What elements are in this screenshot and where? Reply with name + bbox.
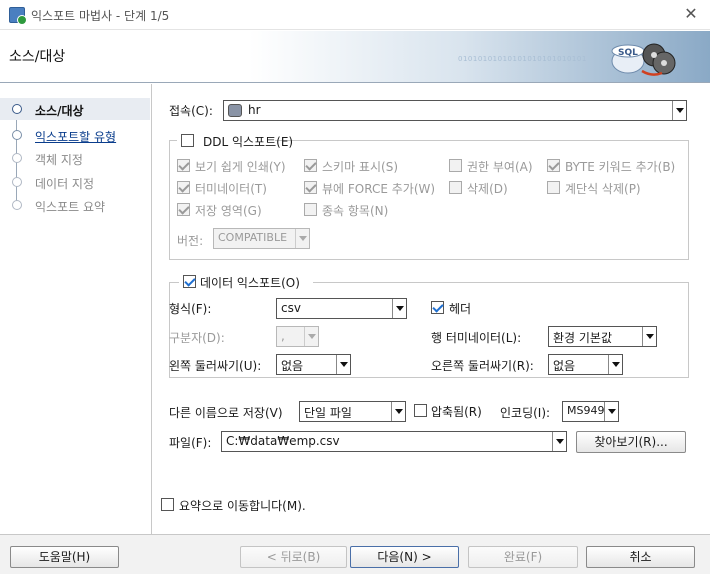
row-terminator-label: 행 터미네이터(L):	[431, 331, 522, 345]
next-button[interactable]: 다음(N) >	[350, 546, 459, 568]
logo-text: SQL	[618, 48, 638, 58]
compressed-checkbox[interactable]	[414, 404, 427, 417]
header-checkbox[interactable]	[431, 301, 444, 314]
step-export-types[interactable]: 익스포트할 유형	[0, 124, 150, 146]
right-enclosure-select[interactable]: 없음	[548, 354, 623, 375]
version-label: 버전:	[177, 234, 204, 248]
chevron-down-icon	[672, 101, 686, 120]
wizard-footer: 도움말(H) < 뒤로(B) 다음(N) > 완료(F) 취소	[0, 534, 710, 574]
pretty-print-checkbox	[177, 159, 190, 172]
data-export-checkbox[interactable]	[183, 275, 196, 288]
page-title: 소스/대상	[9, 49, 66, 65]
step-node-icon	[12, 130, 22, 140]
cascade-drop-checkbox	[547, 181, 560, 194]
window-title: 익스포트 마법사 - 단계 1/5	[31, 9, 170, 23]
chevron-down-icon	[304, 327, 318, 346]
dependents-label: 종속 항목(N)	[322, 204, 389, 218]
connection-select[interactable]: hr	[223, 100, 687, 121]
drop-checkbox	[449, 181, 462, 194]
step-label: 익스포트할 유형	[35, 130, 117, 144]
storage-checkbox	[177, 203, 190, 216]
encoding-label: 인코딩(I):	[500, 406, 551, 420]
byte-keyword-checkbox	[547, 159, 560, 172]
step-source-target[interactable]: 소스/대상	[0, 98, 150, 120]
chevron-down-icon	[392, 299, 406, 318]
right-enclosure-label: 오른쪽 둘러싸기(R):	[431, 359, 534, 373]
step-node-icon	[12, 153, 22, 163]
database-icon	[228, 104, 242, 117]
sql-database-logo: SQL	[611, 43, 676, 76]
file-path-input[interactable]: C:₩data₩emp.csv	[221, 431, 567, 452]
drop-label: 삭제(D)	[467, 182, 508, 196]
step-label: 객체 지정	[35, 153, 83, 167]
terminator-label: 터미네이터(T)	[195, 182, 267, 196]
left-enclosure-label: 왼쪽 둘러싸기(U):	[169, 359, 262, 373]
connection-label: 접속(C):	[169, 104, 213, 118]
terminator-checkbox	[177, 181, 190, 194]
help-button[interactable]: 도움말(H)	[10, 546, 119, 568]
force-view-checkbox	[304, 181, 317, 194]
jump-to-summary-label: 요약으로 이동합니다(M).	[179, 499, 306, 513]
storage-label: 저장 영역(G)	[195, 204, 262, 218]
pretty-print-label: 보기 쉽게 인쇄(Y)	[195, 160, 286, 174]
save-as-label: 다른 이름으로 저장(V)	[169, 406, 283, 420]
header-label: 헤더	[449, 302, 472, 316]
chevron-down-icon	[391, 402, 405, 421]
cascade-drop-label: 계단식 삭제(P)	[565, 182, 641, 196]
format-label: 형식(F):	[169, 302, 212, 316]
step-label: 소스/대상	[35, 104, 84, 118]
step-label: 데이터 지정	[35, 177, 95, 191]
compressed-label: 압축됨(R)	[431, 405, 482, 419]
dependents-checkbox	[304, 203, 317, 216]
step-active-icon	[12, 104, 22, 114]
save-as-select[interactable]: 단일 파일	[299, 401, 406, 422]
jump-to-summary-checkbox[interactable]	[161, 498, 174, 511]
wizard-steps-sidebar: 소스/대상 익스포트할 유형 객체 지정 데이터 지정 익스포트 요약	[0, 84, 152, 534]
step-specify-data: 데이터 지정	[0, 171, 150, 193]
chevron-down-icon	[608, 355, 622, 374]
grants-label: 권한 부여(A)	[467, 160, 533, 174]
chevron-down-icon	[336, 355, 350, 374]
header-binary-decoration: 01010101010101010101010101	[458, 55, 587, 63]
delimiter-select: ,	[276, 326, 319, 347]
step-specify-objects: 객체 지정	[0, 147, 150, 169]
format-select[interactable]: csv	[276, 298, 407, 319]
step-label: 익스포트 요약	[35, 200, 106, 214]
chevron-down-icon	[295, 229, 309, 248]
cancel-button[interactable]: 취소	[586, 546, 695, 568]
ddl-export-checkbox[interactable]	[181, 134, 194, 147]
version-select: COMPATIBLE	[213, 228, 310, 249]
ddl-export-header: DDL 익스포트(E)	[177, 133, 293, 149]
delimiter-label: 구분자(D):	[169, 331, 225, 345]
grants-checkbox	[449, 159, 462, 172]
encoding-select[interactable]: MS949	[562, 401, 619, 422]
wizard-header: 소스/대상 01010101010101010101010101 SQL	[0, 31, 710, 83]
finish-button: 완료(F)	[468, 546, 578, 568]
file-label: 파일(F):	[169, 436, 212, 450]
back-button: < 뒤로(B)	[240, 546, 347, 568]
data-export-header: 데이터 익스포트(O)	[179, 274, 313, 290]
step-node-icon	[12, 177, 22, 187]
show-schema-label: 스키마 표시(S)	[322, 160, 398, 174]
main-panel: 접속(C): hr DDL 익스포트(E) 보기 쉽게 인쇄(Y) 스키마 표시…	[153, 84, 710, 534]
browse-button[interactable]: 찾아보기(R)...	[576, 431, 686, 453]
force-view-label: 뷰에 FORCE 추가(W)	[322, 182, 436, 196]
show-schema-checkbox	[304, 159, 317, 172]
row-terminator-select[interactable]: 환경 기본값	[548, 326, 657, 347]
step-export-summary: 익스포트 요약	[0, 194, 150, 216]
close-icon[interactable]: ✕	[681, 4, 701, 24]
chevron-down-icon	[552, 432, 566, 451]
export-wizard-icon	[9, 7, 27, 25]
title-bar: 익스포트 마법사 - 단계 1/5 ✕	[0, 0, 710, 30]
left-enclosure-select[interactable]: 없음	[276, 354, 351, 375]
byte-keyword-label: BYTE 키워드 추가(B)	[565, 160, 676, 174]
ddl-export-label: DDL 익스포트(E)	[203, 135, 294, 149]
chevron-down-icon	[642, 327, 656, 346]
step-node-icon	[12, 200, 22, 210]
chevron-down-icon	[604, 402, 618, 421]
data-export-label: 데이터 익스포트(O)	[200, 276, 300, 290]
